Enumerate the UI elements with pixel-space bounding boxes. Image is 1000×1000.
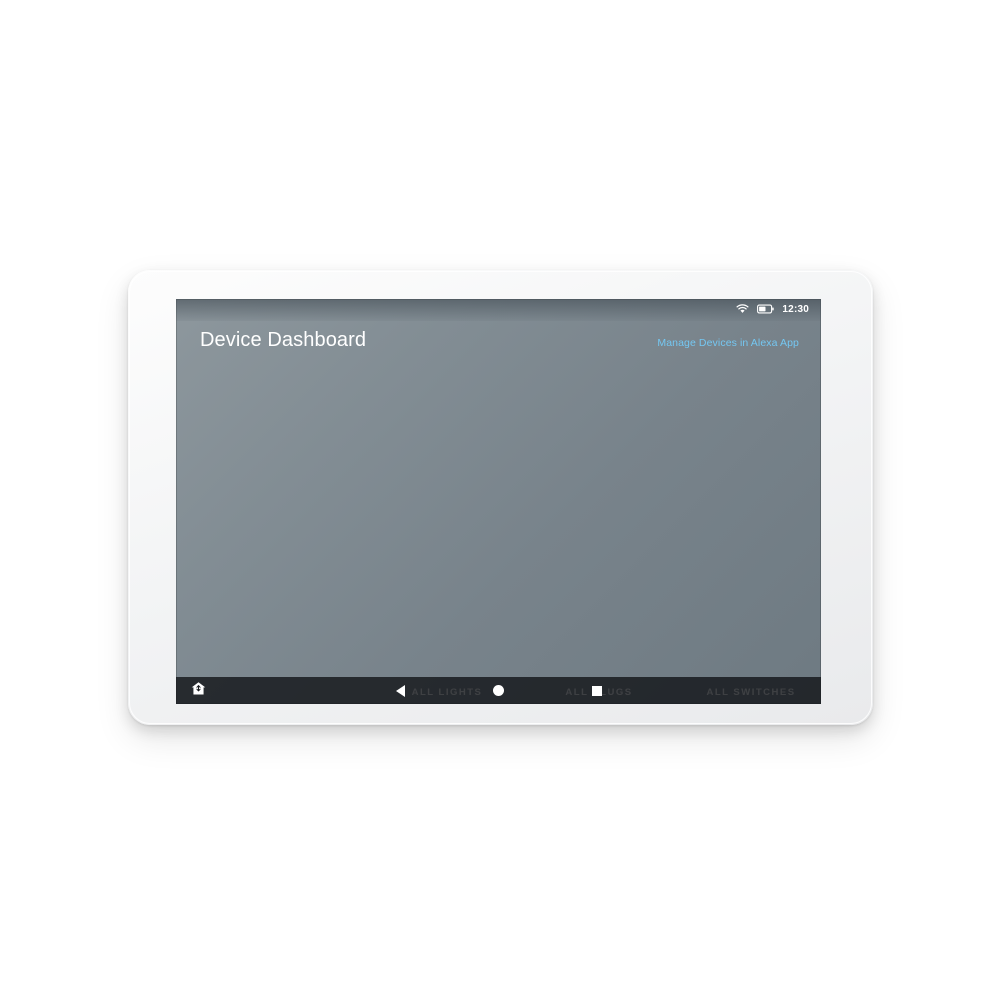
wifi-icon bbox=[736, 301, 749, 319]
back-triangle-icon[interactable] bbox=[395, 684, 405, 697]
recents-square-icon[interactable] bbox=[591, 685, 602, 696]
android-navigation-bar bbox=[176, 677, 821, 704]
battery-icon bbox=[757, 301, 775, 319]
tablet-device-frame: 12:30 Device Dashboard Manage Devices in… bbox=[128, 270, 873, 725]
home-icon[interactable] bbox=[190, 680, 207, 701]
page-title: Device Dashboard bbox=[200, 329, 367, 351]
screenshot-canvas: 12:30 Device Dashboard Manage Devices in… bbox=[0, 0, 1000, 1000]
status-bar-clock: 12:30 bbox=[782, 304, 809, 315]
status-bar: 12:30 bbox=[176, 299, 821, 321]
tablet-screen: 12:30 Device Dashboard Manage Devices in… bbox=[176, 299, 821, 704]
manage-devices-link[interactable]: Manage Devices in Alexa App bbox=[657, 337, 799, 349]
dashboard-header: Device Dashboard Manage Devices in Alexa… bbox=[200, 329, 799, 352]
home-circle-icon[interactable] bbox=[492, 685, 504, 696]
